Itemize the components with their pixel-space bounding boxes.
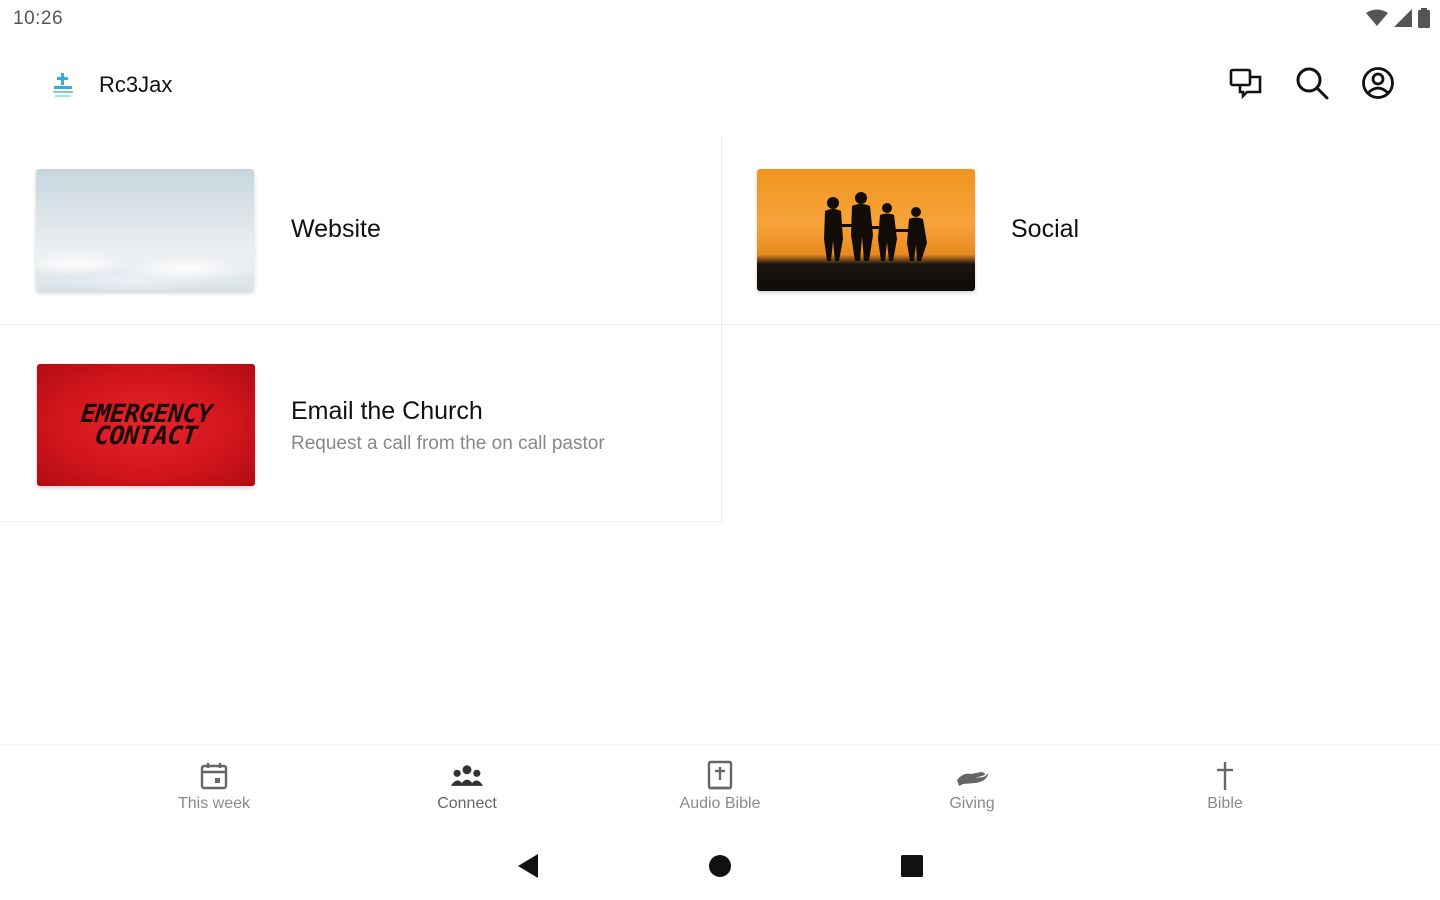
giving-hand-icon [955, 759, 989, 793]
status-icons [1366, 8, 1430, 33]
website-thumbnail [36, 169, 254, 291]
bottom-nav: This week Connect Audio Bible Giving Bib… [0, 744, 1440, 830]
status-time: 10:26 [13, 8, 64, 29]
nav-item-giving[interactable]: Giving [892, 745, 1052, 831]
nav-label-connect: Connect [437, 795, 497, 812]
church-logo-icon [48, 71, 78, 101]
website-card-title: Website [291, 215, 381, 243]
cell-signal-icon [1394, 9, 1412, 32]
app-actions [1228, 65, 1396, 101]
chat-icon[interactable] [1228, 65, 1264, 101]
back-icon[interactable] [512, 850, 544, 882]
nav-label-audio-bible: Audio Bible [679, 795, 761, 812]
status-bar: 10:26 [0, 0, 1440, 40]
calendar-icon [197, 759, 231, 793]
account-icon[interactable] [1360, 65, 1396, 101]
nav-item-this-week[interactable]: This week [134, 745, 294, 831]
system-nav [0, 836, 1440, 896]
nav-label-bible: Bible [1207, 795, 1243, 812]
app-bar: Rc3Jax [0, 45, 1440, 125]
home-icon[interactable] [704, 850, 736, 882]
email-church-card[interactable]: EMERGENCY CONTACT Email the Church Reque… [0, 325, 722, 522]
email-card-subtitle: Request a call from the on call pastor [291, 433, 605, 454]
nav-item-audio-bible[interactable]: Audio Bible [640, 745, 800, 831]
book-icon [703, 759, 737, 793]
wifi-icon [1366, 9, 1388, 32]
recents-icon[interactable] [896, 850, 928, 882]
social-thumbnail [757, 169, 975, 291]
nav-item-connect[interactable]: Connect [387, 745, 547, 831]
app-title: Rc3Jax [99, 72, 173, 97]
emergency-contact-thumbnail: EMERGENCY CONTACT [37, 364, 255, 486]
social-card-title: Social [1011, 215, 1080, 243]
people-icon [450, 759, 484, 793]
nav-label-giving: Giving [949, 795, 995, 812]
search-icon[interactable] [1294, 65, 1330, 101]
battery-icon [1418, 8, 1430, 33]
emergency-text-line2: CONTACT [93, 421, 199, 450]
email-card-title: Email the Church [291, 397, 483, 425]
cross-icon [1208, 759, 1242, 793]
nav-item-bible[interactable]: Bible [1145, 745, 1305, 831]
nav-label-this-week: This week [177, 795, 251, 812]
website-card[interactable]: Website [0, 135, 722, 325]
social-card[interactable]: Social [722, 135, 1440, 325]
